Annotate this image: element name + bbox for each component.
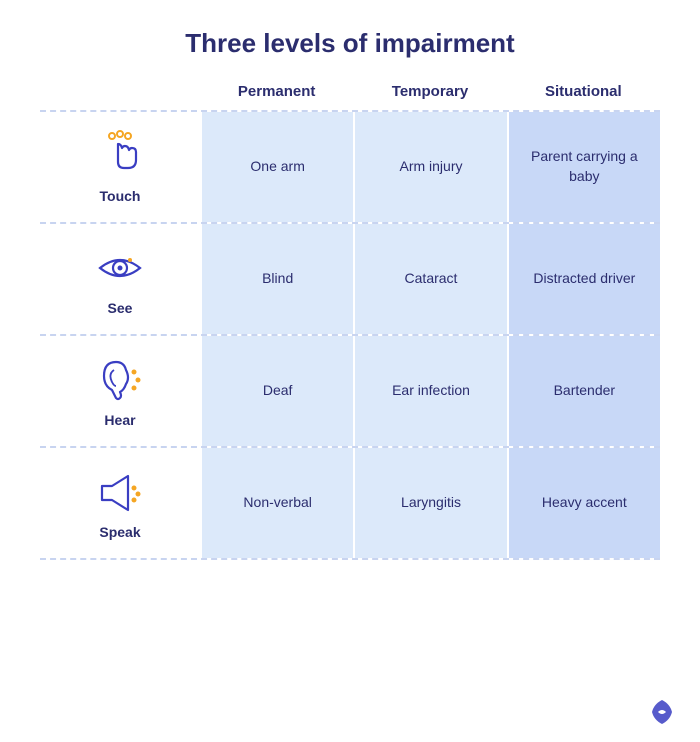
impairment-table: Permanent Temporary Situational Touch On…: [40, 83, 660, 560]
see-label: See: [108, 300, 133, 316]
table-row-hear: Hear Deaf Ear infection Bartender: [40, 334, 660, 446]
see-permanent: Blind: [200, 224, 353, 334]
speak-situational: Heavy accent: [507, 448, 660, 558]
hear-label: Hear: [104, 412, 135, 428]
hear-icon-cell: Hear: [40, 336, 200, 446]
table-row-touch: Touch One arm Arm injury Parent carrying…: [40, 110, 660, 222]
table-row-speak: Speak Non-verbal Laryngitis Heavy accent: [40, 446, 660, 560]
header-temporary: Temporary: [353, 83, 506, 110]
hear-icon: [94, 354, 146, 406]
table-row-see: See Blind Cataract Distracted driver: [40, 222, 660, 334]
see-icon: [94, 242, 146, 294]
header-permanent: Permanent: [200, 83, 353, 110]
hear-situational: Bartender: [507, 336, 660, 446]
table-header: Permanent Temporary Situational: [40, 83, 660, 110]
logo: [648, 698, 676, 726]
see-temporary: Cataract: [353, 224, 506, 334]
speak-temporary: Laryngitis: [353, 448, 506, 558]
hear-temporary: Ear infection: [353, 336, 506, 446]
touch-icon-cell: Touch: [40, 112, 200, 222]
touch-label: Touch: [100, 188, 141, 204]
header-situational: Situational: [507, 83, 660, 110]
touch-permanent: One arm: [200, 112, 353, 222]
page-title: Three levels of impairment: [185, 28, 514, 59]
see-situational: Distracted driver: [507, 224, 660, 334]
touch-situational: Parent carrying a baby: [507, 112, 660, 222]
see-icon-cell: See: [40, 224, 200, 334]
speak-icon-cell: Speak: [40, 448, 200, 558]
touch-icon: [94, 130, 146, 182]
speak-icon: [94, 466, 146, 518]
speak-permanent: Non-verbal: [200, 448, 353, 558]
header-empty: [40, 83, 200, 110]
speak-label: Speak: [99, 524, 140, 540]
touch-temporary: Arm injury: [353, 112, 506, 222]
hear-permanent: Deaf: [200, 336, 353, 446]
